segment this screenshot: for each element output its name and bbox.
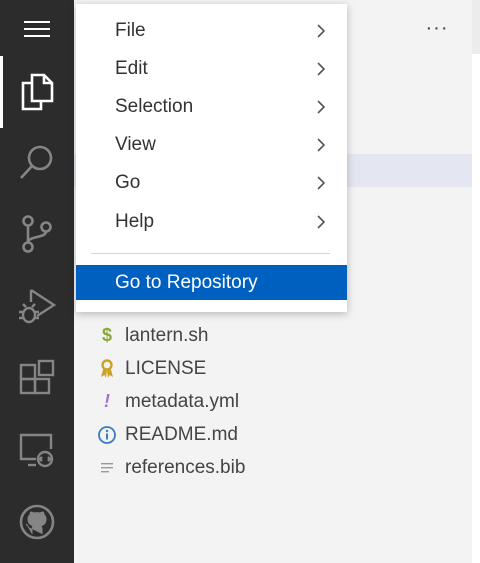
file-row-lantern-sh[interactable]: $ lantern.sh: [74, 319, 472, 352]
menu-item-go-to-repository[interactable]: Go to Repository: [76, 265, 347, 300]
menu-item-help[interactable]: Help: [76, 204, 347, 240]
source-control-icon: [22, 215, 52, 253]
file-row-metadata-yml[interactable]: ! metadata.yml: [74, 385, 472, 418]
menu-item-label: Go to Repository: [115, 271, 258, 293]
files-icon: [21, 73, 54, 111]
chevron-right-icon: [317, 24, 326, 38]
github-icon: [19, 504, 55, 540]
file-name: references.bib: [125, 456, 246, 478]
source-control-button[interactable]: [0, 198, 74, 270]
run-debug-button[interactable]: [0, 270, 74, 342]
file-row-readme-md[interactable]: README.md: [74, 418, 472, 451]
license-icon: [96, 352, 118, 385]
application-menu-button[interactable]: [0, 0, 74, 58]
chevron-right-icon: [317, 100, 326, 114]
editor-edge: [472, 0, 480, 563]
yaml-icon: !: [104, 391, 110, 411]
menu-item-view[interactable]: View: [76, 127, 347, 163]
explorer-button[interactable]: [0, 56, 74, 128]
menu-item-label: Help: [115, 211, 155, 232]
application-menu: File Edit Selection View Go Help Go to R…: [76, 4, 347, 312]
file-name: LICENSE: [125, 357, 207, 379]
run-debug-icon: [19, 288, 57, 324]
file-name: metadata.yml: [125, 390, 240, 412]
menu-item-edit[interactable]: Edit: [76, 51, 347, 87]
remote-explorer-button[interactable]: [0, 414, 74, 486]
file-row-license[interactable]: LICENSE: [74, 352, 472, 385]
search-button[interactable]: [0, 126, 74, 198]
shell-script-icon: $: [101, 325, 112, 345]
hamburger-icon: [24, 21, 50, 37]
menu-item-label: View: [115, 134, 156, 155]
menu-item-file[interactable]: File: [76, 13, 347, 49]
chevron-right-icon: [317, 176, 326, 190]
text-file-icon: [96, 451, 118, 484]
chevron-right-icon: [317, 62, 326, 76]
search-icon: [20, 145, 53, 179]
chevron-right-icon: [317, 138, 326, 152]
menu-item-label: Selection: [115, 96, 194, 117]
menu-item-label: Go: [115, 172, 141, 193]
file-name: lantern.sh: [125, 324, 209, 346]
file-name: README.md: [125, 423, 238, 445]
remote-explorer-icon: [19, 433, 54, 468]
menu-item-label: Edit: [115, 58, 148, 79]
github-button[interactable]: [0, 486, 74, 558]
menu-item-go[interactable]: Go: [76, 165, 347, 201]
menu-separator: [91, 253, 330, 254]
extensions-button[interactable]: [0, 342, 74, 414]
editor-tab-strip-edge: [472, 0, 480, 54]
file-row-references-bib[interactable]: references.bib: [74, 451, 472, 484]
info-icon: [96, 418, 118, 451]
extensions-icon: [19, 359, 55, 395]
activity-bar: [0, 0, 74, 563]
menu-item-selection[interactable]: Selection: [76, 89, 347, 125]
menu-item-label: File: [115, 20, 146, 41]
chevron-right-icon: [317, 215, 326, 229]
